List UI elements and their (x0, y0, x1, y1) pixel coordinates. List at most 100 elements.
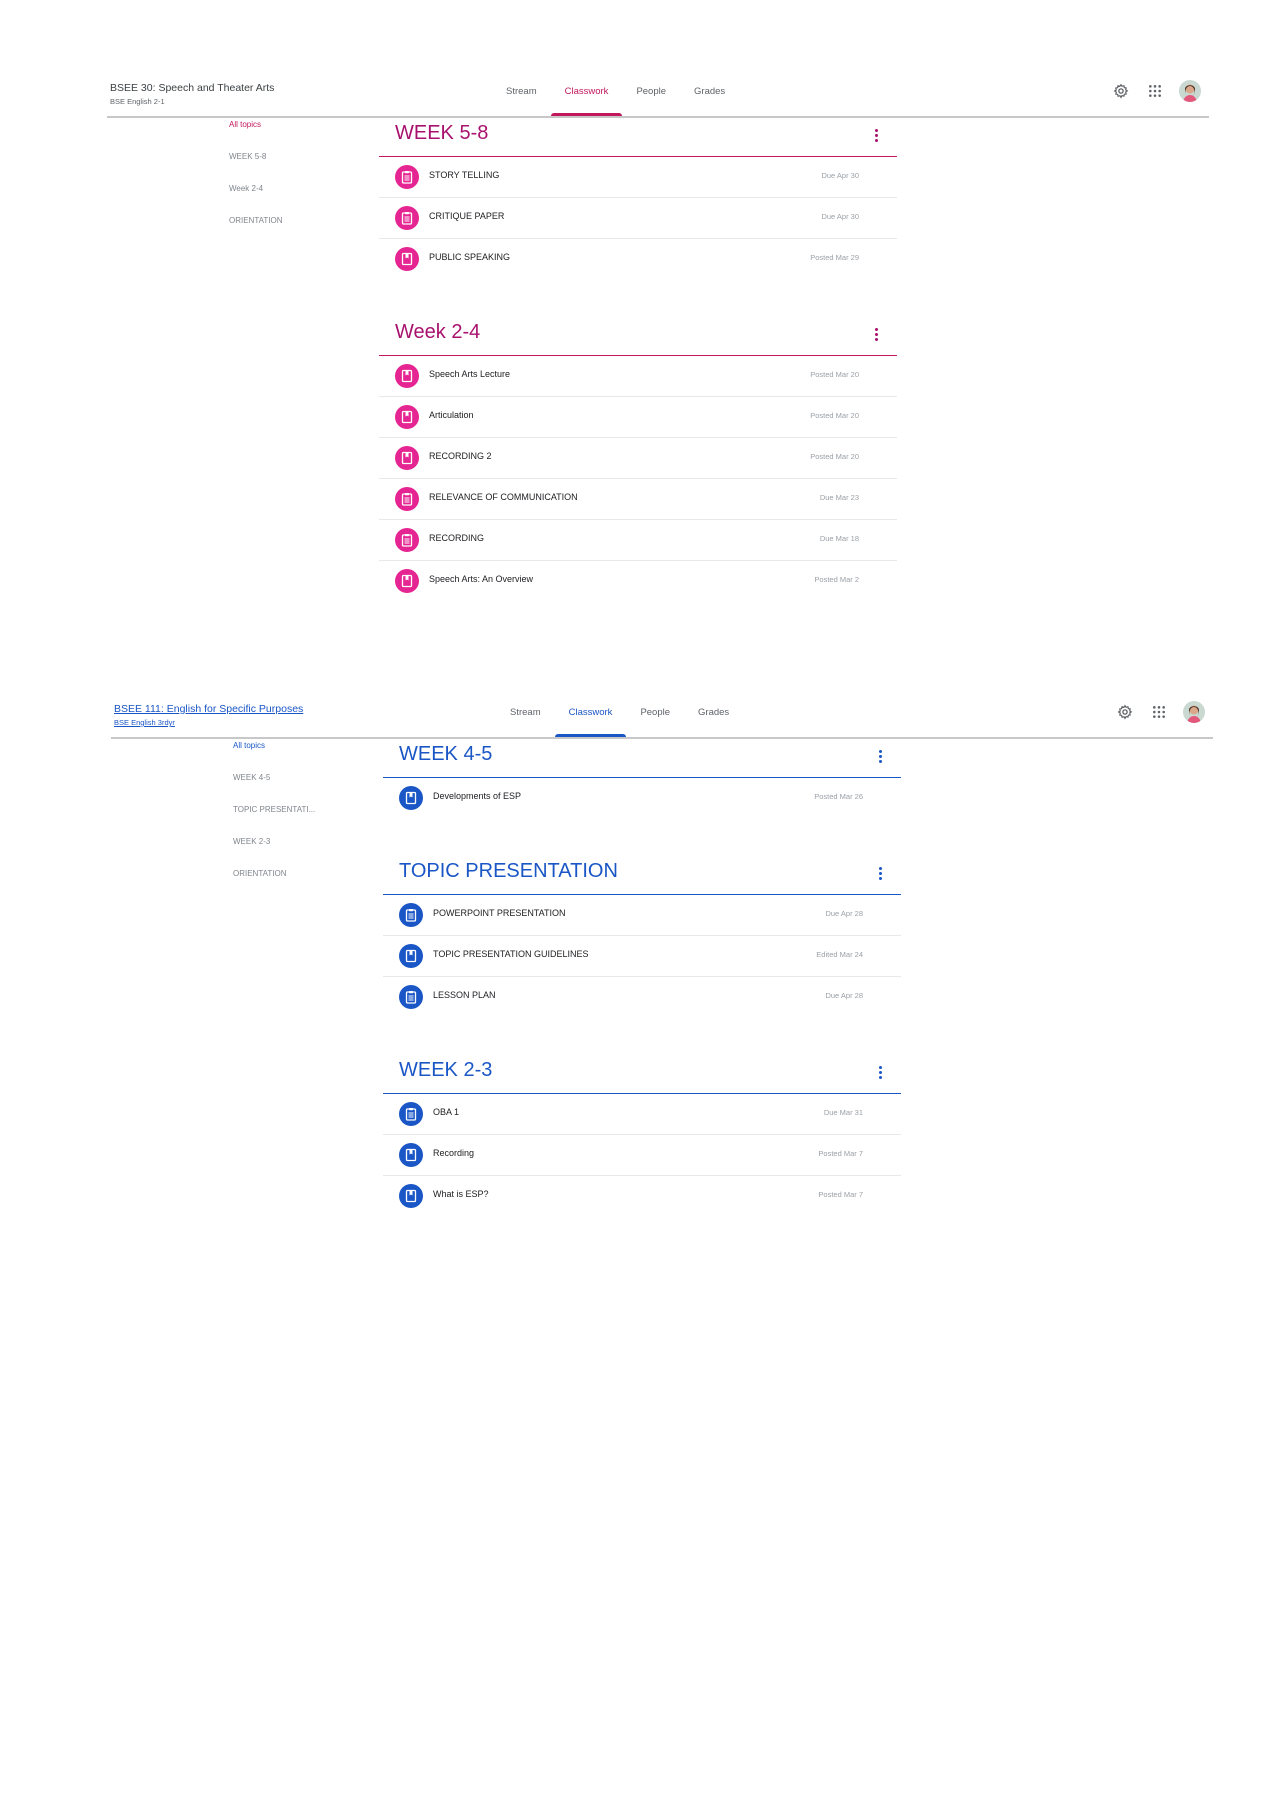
material-icon (395, 405, 419, 429)
classwork-item[interactable]: OBA 1 Due Mar 31 (383, 1094, 901, 1135)
apps-grid-icon[interactable] (1145, 81, 1165, 101)
item-date: Due Apr 30 (821, 171, 859, 180)
course-title[interactable]: BSEE 111: English for Specific Purposes (114, 703, 303, 715)
material-icon (395, 247, 419, 271)
classwork-item[interactable]: POWERPOINT PRESENTATION Due Apr 28 (383, 895, 901, 936)
classwork-item[interactable]: Articulation Posted Mar 20 (379, 397, 897, 438)
more-options-icon[interactable] (869, 126, 883, 144)
more-options-icon[interactable] (873, 1063, 887, 1081)
sidebar-item-all-topics[interactable]: All topics (229, 118, 369, 150)
item-date: Edited Mar 24 (816, 950, 863, 959)
tab-classwork[interactable]: Classwork (554, 689, 627, 737)
topic-header: WEEK 4-5 (383, 739, 901, 778)
course-header[interactable]: BSEE 111: English for Specific Purposes … (114, 703, 303, 727)
tab-grades[interactable]: Grades (680, 68, 739, 116)
course-header[interactable]: BSEE 30: Speech and Theater Arts BSE Eng… (110, 82, 274, 106)
topic-title[interactable]: TOPIC PRESENTATION (399, 860, 618, 883)
settings-gear-icon[interactable] (1115, 702, 1135, 722)
classwork-item[interactable]: RECORDING Due Mar 18 (379, 520, 897, 561)
item-title: RECORDING (429, 533, 485, 543)
tab-people[interactable]: People (622, 68, 680, 116)
more-options-icon[interactable] (873, 747, 887, 765)
settings-gear-icon[interactable] (1111, 81, 1131, 101)
topic-section: Week 2-4 Speech Arts Lecture Posted Mar … (379, 317, 897, 601)
sidebar-item-week-2-4[interactable]: Week 2-4 (229, 182, 369, 214)
classwork-item[interactable]: PUBLIC SPEAKING Posted Mar 29 (379, 239, 897, 279)
classwork-item[interactable]: Speech Arts Lecture Posted Mar 20 (379, 356, 897, 397)
topic-section: WEEK 4-5 Developments of ESP Posted Mar … (383, 739, 901, 818)
course-title[interactable]: BSEE 30: Speech and Theater Arts (110, 82, 274, 94)
material-icon (399, 944, 423, 968)
material-icon (395, 569, 419, 593)
user-avatar[interactable] (1183, 701, 1205, 723)
top-bar: BSEE 30: Speech and Theater Arts BSE Eng… (107, 68, 1209, 118)
sidebar-item-week-5-8[interactable]: WEEK 5-8 (229, 150, 369, 182)
item-title: Speech Arts: An Overview (429, 574, 534, 584)
topic-title[interactable]: WEEK 4-5 (399, 743, 492, 766)
user-avatar[interactable] (1179, 80, 1201, 102)
tab-grades[interactable]: Grades (684, 689, 743, 737)
classwork-item[interactable]: What is ESP? Posted Mar 7 (383, 1176, 901, 1216)
topic-title[interactable]: WEEK 2-3 (399, 1059, 492, 1082)
tab-stream[interactable]: Stream (496, 689, 555, 737)
topic-title[interactable]: Week 2-4 (395, 321, 480, 344)
top-bar: BSEE 111: English for Specific Purposes … (111, 689, 1213, 739)
item-title: OBA 1 (433, 1107, 460, 1117)
classwork-item[interactable]: Speech Arts: An Overview Posted Mar 2 (379, 561, 897, 601)
material-icon (395, 364, 419, 388)
apps-grid-icon[interactable] (1149, 702, 1169, 722)
item-date: Posted Mar 2 (814, 575, 859, 584)
sidebar-item-orientation[interactable]: ORIENTATION (229, 214, 369, 246)
assignment-icon (399, 985, 423, 1009)
tab-people[interactable]: People (626, 689, 684, 737)
topic-section: WEEK 5-8 STORY TELLING Due Apr 30 CRITIQ… (379, 118, 897, 279)
course-tabs: Stream Classwork People Grades (492, 68, 739, 116)
item-date: Posted Mar 20 (810, 411, 859, 420)
sidebar-item-week-4-5[interactable]: WEEK 4-5 (233, 771, 373, 803)
item-date: Due Mar 18 (819, 534, 859, 543)
more-options-icon[interactable] (873, 864, 887, 882)
topics-sidebar: All topics WEEK 5-8 Week 2-4 ORIENTATION (229, 118, 369, 246)
sidebar-item-orientation[interactable]: ORIENTATION (233, 867, 373, 899)
topics-sidebar: All topics WEEK 4-5 TOPIC PRESENTATI... … (233, 739, 373, 899)
sidebar-item-week-2-3[interactable]: WEEK 2-3 (233, 835, 373, 867)
item-title: What is ESP? (433, 1189, 489, 1199)
tab-stream[interactable]: Stream (492, 68, 551, 116)
topic-section: TOPIC PRESENTATION POWERPOINT PRESENTATI… (383, 856, 901, 1017)
sidebar-item-all-topics[interactable]: All topics (233, 739, 373, 771)
classwork-item[interactable]: CRITIQUE PAPER Due Apr 30 (379, 198, 897, 239)
item-date: Posted Mar 20 (810, 370, 859, 379)
classwork-item[interactable]: Developments of ESP Posted Mar 26 (383, 778, 901, 818)
item-title: RECORDING 2 (429, 451, 492, 461)
item-title: Speech Arts Lecture (429, 369, 511, 379)
material-icon (399, 1184, 423, 1208)
tab-classwork[interactable]: Classwork (550, 68, 623, 116)
classroom-panel-esp: BSEE 111: English for Specific Purposes … (111, 689, 1213, 1208)
more-options-icon[interactable] (869, 325, 883, 343)
item-date: Posted Mar 7 (818, 1149, 863, 1158)
assignment-icon (399, 1102, 423, 1126)
course-section[interactable]: BSE English 3rdyr (114, 718, 303, 727)
classwork-item[interactable]: RELEVANCE OF COMMUNICATION Due Mar 23 (379, 479, 897, 520)
item-title: CRITIQUE PAPER (429, 211, 505, 221)
topic-header: TOPIC PRESENTATION (383, 856, 901, 895)
classwork-item[interactable]: TOPIC PRESENTATION GUIDELINES Edited Mar… (383, 936, 901, 977)
item-date: Due Mar 31 (823, 1108, 863, 1117)
item-date: Posted Mar 20 (810, 452, 859, 461)
assignment-icon (395, 528, 419, 552)
classroom-panel-speech: BSEE 30: Speech and Theater Arts BSE Eng… (107, 68, 1209, 593)
topic-title[interactable]: WEEK 5-8 (395, 122, 488, 145)
classwork-list: WEEK 5-8 STORY TELLING Due Apr 30 CRITIQ… (379, 118, 897, 639)
topic-header: WEEK 2-3 (383, 1055, 901, 1094)
classwork-item[interactable]: RECORDING 2 Posted Mar 20 (379, 438, 897, 479)
material-icon (395, 446, 419, 470)
sidebar-item-topic-presentation[interactable]: TOPIC PRESENTATI... (233, 803, 373, 835)
item-title: POWERPOINT PRESENTATION (433, 908, 566, 918)
course-tabs: Stream Classwork People Grades (496, 689, 743, 737)
item-date: Posted Mar 7 (818, 1190, 863, 1199)
classwork-item[interactable]: Recording Posted Mar 7 (383, 1135, 901, 1176)
assignment-icon (395, 165, 419, 189)
classwork-item[interactable]: LESSON PLAN Due Apr 28 (383, 977, 901, 1017)
header-tools (1115, 701, 1205, 723)
classwork-item[interactable]: STORY TELLING Due Apr 30 (379, 157, 897, 198)
